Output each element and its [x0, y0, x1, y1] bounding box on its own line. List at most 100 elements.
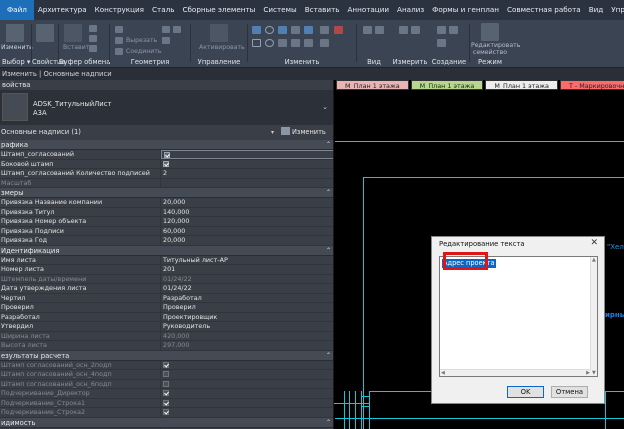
- property-value[interactable]: 60,000: [161, 227, 333, 236]
- property-name: Штамп_согласований: [0, 150, 161, 159]
- property-value[interactable]: 20,000: [161, 236, 333, 245]
- activate-label: Активировать: [199, 44, 245, 51]
- collapse-icon[interactable]: ⌃: [326, 246, 331, 256]
- chevron-down-icon[interactable]: ⌄: [322, 103, 328, 111]
- collapse-icon[interactable]: ⌃: [326, 418, 331, 428]
- cut-label: Вырезать: [126, 37, 158, 44]
- type-selector[interactable]: ADSK_ТитульныйЛист А3А ⌄: [0, 90, 333, 125]
- property-section-header[interactable]: змеры ⌃: [0, 188, 333, 198]
- ribbon-group-select[interactable]: Изменить Выбор ▾: [0, 20, 33, 68]
- menu-item[interactable]: Формы и генплан: [428, 0, 503, 20]
- collapse-icon[interactable]: ⌃: [326, 351, 331, 361]
- view-tab[interactable]: М_План 1 этажа: [336, 80, 409, 90]
- ribbon-group-label: Вид: [367, 58, 381, 66]
- offset-icon: [265, 26, 274, 34]
- property-value[interactable]: 140,000: [161, 208, 333, 217]
- split-icon: [304, 26, 313, 34]
- property-row: Штамп согласований_осн_4подп: [0, 370, 333, 380]
- menu-item[interactable]: Конструкция: [91, 0, 148, 20]
- property-section-header[interactable]: езультаты расчета ⌃: [0, 350, 333, 361]
- text-edit-area[interactable]: Адрес проекта ▲ ▼ ◀ ▶: [439, 256, 598, 377]
- menu-item[interactable]: Анализ: [393, 0, 428, 20]
- trim-icon: [278, 39, 287, 47]
- ribbon-group-control[interactable]: Активировать Управление: [191, 20, 247, 68]
- property-value[interactable]: Разработал: [161, 294, 333, 303]
- collapse-icon[interactable]: ⌃: [326, 188, 331, 198]
- menu-item[interactable]: Сталь: [148, 0, 178, 20]
- menu-item[interactable]: Совместная работа: [503, 0, 585, 20]
- property-section-header[interactable]: Идентификация ⌃: [0, 245, 333, 256]
- cancel-button[interactable]: Отмена: [551, 386, 588, 398]
- menu-item[interactable]: Вставить: [301, 0, 344, 20]
- property-value[interactable]: 2: [161, 169, 333, 178]
- ribbon-group-modify[interactable]: Изменить: [248, 20, 356, 68]
- instance-filter[interactable]: Основные надписи (1) ▾ Изменить тип: [0, 126, 333, 147]
- property-value[interactable]: Руководитель: [161, 322, 333, 331]
- ribbon-group-measure[interactable]: Измерить: [391, 20, 429, 68]
- property-row: Номер листа 201: [0, 265, 333, 275]
- menu-item[interactable]: Сборные элементы: [178, 0, 259, 20]
- ribbon-group-mode[interactable]: Редактировать семейство Режим: [470, 20, 520, 68]
- type-size: А3А: [33, 109, 47, 117]
- properties-header: войства: [0, 80, 333, 90]
- property-value[interactable]: [161, 160, 333, 169]
- checkbox[interactable]: [163, 160, 169, 167]
- property-name: Штамп_согласований Количество подписей: [0, 169, 161, 178]
- property-row: Привязка Номер объекта 120,000: [0, 217, 333, 227]
- type-name: ADSK_ТитульныйЛист: [33, 100, 112, 108]
- cut-icon: [89, 35, 97, 42]
- property-value: 297,000: [163, 341, 190, 349]
- scroll-up-icon[interactable]: ▲: [592, 257, 596, 263]
- checkbox[interactable]: [164, 152, 170, 158]
- view-tab[interactable]: М_План 1 этажа: [410, 80, 484, 90]
- menu-item[interactable]: Системы: [259, 0, 300, 20]
- horizontal-scrollbar[interactable]: ◀ ▶: [440, 369, 591, 376]
- property-value[interactable]: Проектировщик: [161, 313, 333, 322]
- property-value[interactable]: 201: [161, 265, 333, 274]
- property-value[interactable]: 01/24/22: [161, 284, 333, 293]
- property-value: 01/24/22: [163, 274, 192, 283]
- property-value[interactable]: [161, 150, 333, 159]
- menu-bar: Файл Архитектура Конструкция Сталь Сборные э…: [0, 0, 624, 20]
- context-bar: Изменить | Основные надписи: [0, 68, 624, 80]
- ribbon-group-create[interactable]: Создание: [429, 20, 469, 68]
- property-name: Боковой штамп: [0, 159, 161, 168]
- view-tab[interactable]: Т - Маркировочный пл: [559, 80, 624, 90]
- property-value[interactable]: 120,000: [161, 217, 333, 226]
- menu-item[interactable]: Файл: [0, 0, 34, 20]
- property-row: Боковой штамп: [0, 159, 333, 169]
- property-name: Номер листа: [0, 265, 161, 274]
- collapse-icon[interactable]: ⌃: [326, 140, 331, 150]
- property-value[interactable]: 20,000: [161, 198, 333, 207]
- scale-icon: [320, 26, 329, 34]
- close-icon[interactable]: ✕: [590, 238, 598, 248]
- property-row: Подчеркивание_Строка2: [0, 408, 333, 418]
- ribbon-group-properties[interactable]: Свойства: [32, 20, 65, 68]
- view-tab[interactable]: М_План 1 этажа: [485, 80, 558, 90]
- scroll-left-icon[interactable]: ◀: [441, 370, 445, 376]
- property-row: Штамп_согласований Количество подписей 2: [0, 169, 333, 179]
- ok-button[interactable]: OK: [507, 386, 544, 398]
- property-section-header[interactable]: идимость ⌃: [0, 417, 333, 428]
- property-value: 420,000: [163, 331, 190, 340]
- menu-item[interactable]: Архитектура: [34, 0, 91, 20]
- dropdown-arrow-icon[interactable]: ▾: [271, 126, 274, 139]
- ribbon-group-view[interactable]: Вид: [357, 20, 391, 68]
- property-value[interactable]: Проверил: [161, 303, 333, 312]
- property-value[interactable]: Титульный лист-АР: [161, 256, 333, 265]
- checkbox: [163, 361, 169, 368]
- property-section-header[interactable]: рафика ⌃: [0, 140, 333, 150]
- measure-icon: [399, 26, 408, 34]
- menu-item[interactable]: Управление: [607, 0, 624, 20]
- scroll-right-icon[interactable]: ▶: [586, 370, 590, 376]
- checkbox: [163, 371, 169, 377]
- menu-item[interactable]: Аннотации: [344, 0, 394, 20]
- property-row: Проверил Проверил: [0, 303, 333, 313]
- edit-type-button[interactable]: Изменить тип: [281, 127, 333, 147]
- menu-item[interactable]: Вид: [585, 0, 608, 20]
- vertical-scrollbar[interactable]: ▲ ▼: [590, 257, 597, 376]
- scroll-down-icon[interactable]: ▼: [592, 370, 596, 376]
- ribbon-group-geometry[interactable]: Вырезать Соединить Геометрия: [110, 20, 190, 68]
- checkbox: [163, 409, 169, 415]
- ribbon-group-clipboard[interactable]: Вставить Буфер обмена: [59, 20, 110, 68]
